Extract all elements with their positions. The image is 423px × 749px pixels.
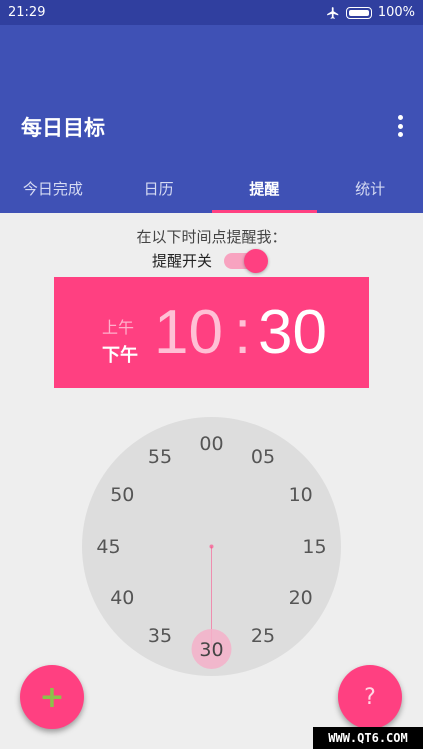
clock-number-55[interactable]: 55 (140, 446, 180, 468)
battery-percent: 100% (377, 5, 415, 20)
tab-reminder[interactable]: 提醒 (211, 160, 318, 213)
watermark: WWW.QT6.COM (313, 727, 423, 749)
minute-display[interactable]: 30 (258, 297, 327, 368)
add-button[interactable]: + (20, 665, 84, 729)
app-title: 每日目标 (21, 116, 105, 140)
tab-calendar[interactable]: 日历 (106, 160, 212, 213)
airplane-mode-icon (326, 6, 339, 19)
clock-number-25[interactable]: 25 (243, 625, 283, 647)
status-bar: 21:29 100% (0, 0, 423, 25)
clock-number-15[interactable]: 15 (295, 536, 335, 558)
reminder-prompt: 在以下时间点提醒我： (136, 228, 287, 246)
toggle-knob (244, 248, 269, 273)
reminder-toggle-switch[interactable] (224, 248, 269, 273)
battery-icon (345, 6, 372, 19)
reminder-toggle-label: 提醒开关 (152, 252, 213, 270)
tab-bar: 今日完成 日历 提醒 统计 (0, 160, 423, 213)
status-icons: 100% (326, 5, 415, 20)
minute-clock-dial[interactable]: 00 05 10 15 20 25 30 35 40 45 50 55 (82, 417, 341, 676)
time-colon: : (234, 298, 252, 367)
hour-display[interactable]: 10 (154, 297, 223, 368)
clock-number-10[interactable]: 10 (281, 484, 321, 506)
time-display-card: 上午 下午 10 : 30 (54, 277, 369, 388)
clock-number-40[interactable]: 40 (102, 587, 142, 609)
tab-today-done[interactable]: 今日完成 (0, 160, 106, 213)
am-option[interactable]: 上午 (102, 314, 134, 338)
pm-option[interactable]: 下午 (102, 341, 138, 367)
clock-number-30[interactable]: 30 (192, 639, 232, 661)
clock-number-00[interactable]: 00 (192, 433, 232, 455)
clock-number-50[interactable]: 50 (102, 484, 142, 506)
add-icon: + (39, 679, 65, 715)
clock-number-05[interactable]: 05 (243, 446, 283, 468)
reminder-toggle-row: 提醒开关 (152, 248, 269, 273)
help-button[interactable]: ? (338, 665, 402, 729)
clock-number-45[interactable]: 45 (89, 536, 129, 558)
clock-center-dot (209, 544, 214, 549)
clock-number-35[interactable]: 35 (140, 625, 180, 647)
overflow-menu-icon[interactable] (393, 115, 407, 137)
clock-number-20[interactable]: 20 (281, 587, 321, 609)
help-icon: ? (364, 684, 376, 710)
tab-statistics[interactable]: 统计 (317, 160, 423, 213)
status-time: 21:29 (8, 5, 46, 20)
